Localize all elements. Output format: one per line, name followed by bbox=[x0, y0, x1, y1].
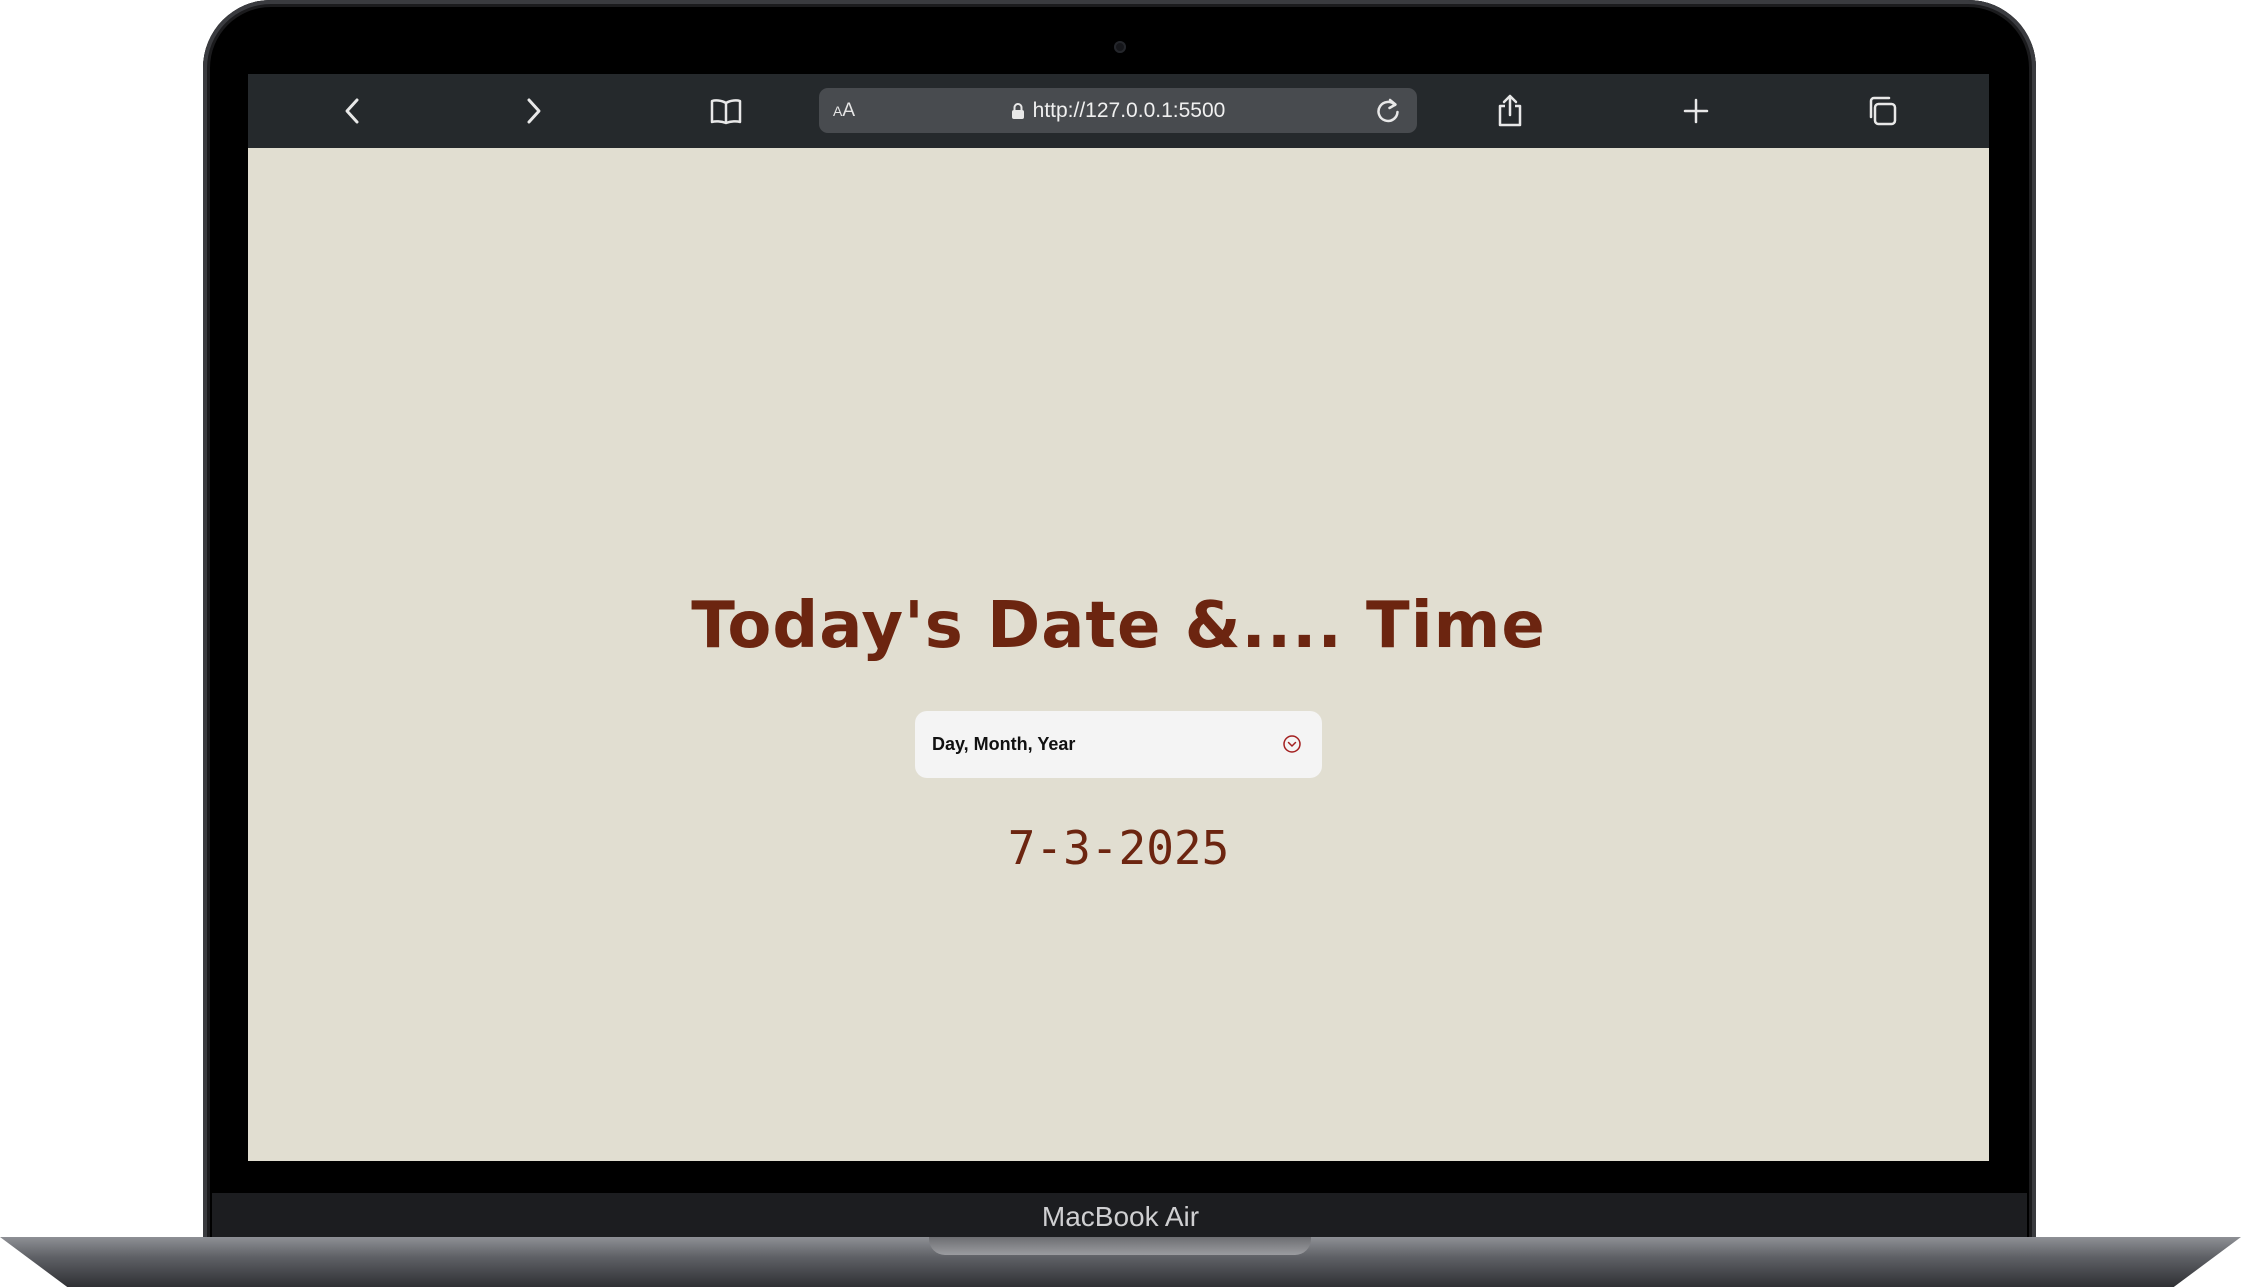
date-format-selected-value: Day, Month, Year bbox=[932, 734, 1076, 754]
lock-icon bbox=[1011, 102, 1024, 119]
laptop-hinge-notch bbox=[929, 1237, 1311, 1255]
camera bbox=[1114, 41, 1126, 53]
share-icon[interactable] bbox=[1489, 90, 1531, 132]
chevron-down-circle-icon[interactable] bbox=[1282, 734, 1302, 754]
page-content: Today's Date &.... Time Day, Month, Year… bbox=[248, 148, 1989, 1161]
url-display: http://127.0.0.1:5500 bbox=[819, 88, 1417, 133]
browser-toolbar: AA http://127.0.0.1:5500 bbox=[248, 74, 1989, 148]
browser-window: AA http://127.0.0.1:5500 Today's Date &.… bbox=[248, 74, 1989, 1161]
forward-arrow-icon[interactable] bbox=[512, 90, 554, 132]
device-label: MacBook Air bbox=[1041, 1201, 1200, 1232]
date-format-select[interactable]: Day, Month, Year bbox=[915, 711, 1322, 778]
address-bar[interactable]: AA http://127.0.0.1:5500 bbox=[819, 88, 1417, 133]
page-title: Today's Date &.... Time bbox=[691, 589, 1546, 663]
new-tab-icon[interactable] bbox=[1675, 90, 1717, 132]
date-output: 7-3-2025 bbox=[1007, 821, 1230, 875]
back-arrow-icon[interactable] bbox=[332, 90, 374, 132]
tabs-overview-icon[interactable] bbox=[1861, 90, 1903, 132]
reload-icon[interactable] bbox=[1373, 96, 1403, 126]
url-text: http://127.0.0.1:5500 bbox=[1032, 98, 1226, 122]
bookmarks-icon[interactable] bbox=[705, 90, 747, 132]
